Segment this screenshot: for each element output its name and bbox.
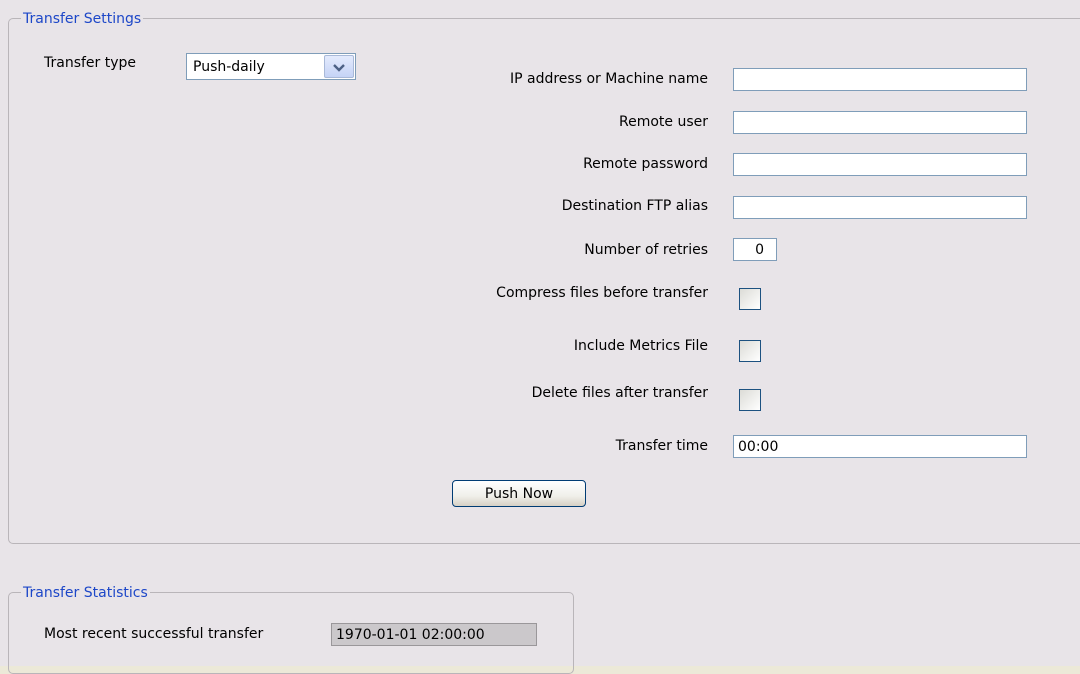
compress-files-checkbox[interactable] [739,288,761,310]
remote-password-input[interactable] [733,153,1027,176]
remote-user-label: Remote user [618,114,708,130]
transfer-type-select[interactable]: Push-daily [186,53,356,80]
transfer-settings-group [8,18,1080,544]
transfer-time-input[interactable] [733,435,1027,458]
transfer-settings-legend: Transfer Settings [21,10,144,28]
transfer-settings-page: Transfer Settings Transfer type Push-dai… [0,0,1080,674]
destination-ftp-alias-input[interactable] [733,196,1027,219]
transfer-type-label: Transfer type [44,55,137,71]
ip-address-input[interactable] [733,68,1027,91]
ip-address-label: IP address or Machine name [509,71,708,87]
most-recent-transfer-label: Most recent successful transfer [44,626,264,642]
destination-ftp-alias-label: Destination FTP alias [561,198,708,214]
transfer-type-dropdown-button[interactable] [324,55,354,78]
remote-user-input[interactable] [733,111,1027,134]
transfer-time-label: Transfer time [615,438,708,454]
number-of-retries-input[interactable] [733,238,777,261]
transfer-type-value: Push-daily [193,59,265,75]
compress-files-label: Compress files before transfer [496,285,708,301]
chevron-down-icon [333,64,345,72]
remote-password-label: Remote password [583,156,708,172]
delete-files-label: Delete files after transfer [531,385,708,401]
transfer-statistics-legend: Transfer Statistics [21,584,150,602]
most-recent-transfer-field [331,623,537,646]
number-of-retries-label: Number of retries [584,242,708,258]
include-metrics-checkbox[interactable] [739,340,761,362]
include-metrics-label: Include Metrics File [573,338,708,354]
push-now-button[interactable]: Push Now [452,480,586,507]
delete-files-checkbox[interactable] [739,389,761,411]
